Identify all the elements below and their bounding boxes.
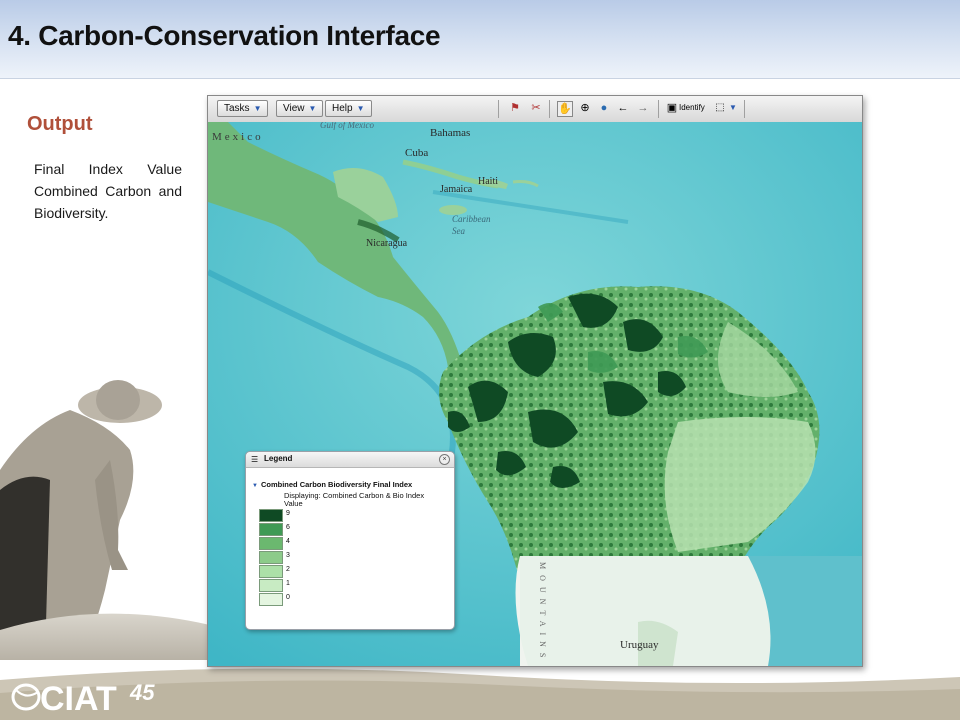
map-label-haiti: Haiti <box>478 176 498 187</box>
legend-swatch <box>259 523 283 536</box>
legend-swatch <box>259 537 283 550</box>
map-pin-icon[interactable]: ⚑ <box>508 101 522 115</box>
map-label-jamaica: Jamaica <box>440 184 473 195</box>
toolbar-separator <box>549 100 550 118</box>
legend-header: ☰ Legend × <box>246 452 454 468</box>
forward-arrow-icon[interactable]: → <box>636 101 650 115</box>
map-label-nicaragua: Nicaragua <box>366 238 408 249</box>
ciat-logo: CIAT 45 <box>11 680 155 716</box>
identify-button[interactable]: Identify <box>679 103 705 112</box>
legend-swatch <box>259 565 283 578</box>
legend-swatch-label: 0 <box>286 594 290 601</box>
map-label-bahamas: Bahamas <box>430 127 470 139</box>
view-menu-button[interactable]: View ▼ <box>276 100 324 117</box>
map-label-mountains: MOUNTAINS <box>538 562 547 663</box>
zoom-in-icon[interactable]: ⊕ <box>578 101 592 115</box>
map-label-gulf: Gulf of Mexico <box>320 122 374 130</box>
legend-swatch-label: 4 <box>286 538 290 545</box>
output-heading: Output <box>27 113 93 135</box>
svg-text:CIAT: CIAT <box>40 680 117 716</box>
help-menu-button[interactable]: Help ▼ <box>325 100 372 117</box>
tasks-menu-button[interactable]: Tasks ▼ <box>217 100 269 117</box>
list-icon: ☰ <box>251 455 259 464</box>
map-toolbar: Tasks ▼ View ▼ Help ▼ ⚑ ✂ ✋ ⊕ ● ← → ▣ Ident… <box>208 96 862 123</box>
legend-swatch <box>259 551 283 564</box>
legend-swatch-label: 9 <box>286 510 290 517</box>
toolbar-separator <box>744 100 745 118</box>
select-box-icon[interactable]: ⬚ <box>713 101 727 115</box>
toolbar-separator <box>658 100 659 118</box>
legend-title: Legend <box>264 454 293 463</box>
map-label-mexico: Mexico <box>212 131 264 143</box>
legend-displaying: Displaying: Combined Carbon & Bio Index … <box>284 491 425 508</box>
map-label-sea: Sea <box>452 226 465 236</box>
back-arrow-icon[interactable]: ← <box>616 101 630 115</box>
measure-icon[interactable]: ✂ <box>529 101 543 115</box>
legend-swatch-label: 1 <box>286 580 290 587</box>
chevron-down-icon[interactable]: ▼ <box>726 101 740 115</box>
legend-swatch-label: 6 <box>286 524 290 531</box>
map-viewer: Tasks ▼ View ▼ Help ▼ ⚑ ✂ ✋ ⊕ ● ← → ▣ Ident… <box>207 95 863 667</box>
legend-swatch-label: 2 <box>286 566 290 573</box>
globe-icon[interactable]: ● <box>597 101 611 115</box>
legend-swatch <box>259 593 283 606</box>
chevron-down-icon: ▼ <box>252 483 258 489</box>
title-bar: 4. Carbon-Conservation Interface <box>0 0 960 79</box>
legend-panel: ☰ Legend × ▼ Combined Carbon Biodiversity… <box>245 451 455 630</box>
legend-swatch <box>259 579 283 592</box>
identify-icon[interactable]: ▣ <box>665 101 679 115</box>
map-label-cuba: Cuba <box>405 147 428 159</box>
output-description: Final Index Value Combined Carbon and Bi… <box>34 161 182 221</box>
legend-swatch-label: 3 <box>286 552 290 559</box>
close-icon[interactable]: × <box>439 454 450 465</box>
legend-swatch <box>259 509 283 522</box>
slide-title: 4. Carbon-Conservation Interface <box>8 20 441 51</box>
map-label-uruguay: Uruguay <box>620 639 659 651</box>
legend-layer-toggle[interactable]: ▼ Combined Carbon Biodiversity Final Inde… <box>252 480 412 489</box>
pan-hand-icon[interactable]: ✋ <box>557 101 573 117</box>
map-label-caribbean: Caribbean <box>452 214 491 224</box>
svg-text:45: 45 <box>129 680 155 705</box>
farmer-photo <box>0 380 210 660</box>
toolbar-separator <box>498 100 499 118</box>
